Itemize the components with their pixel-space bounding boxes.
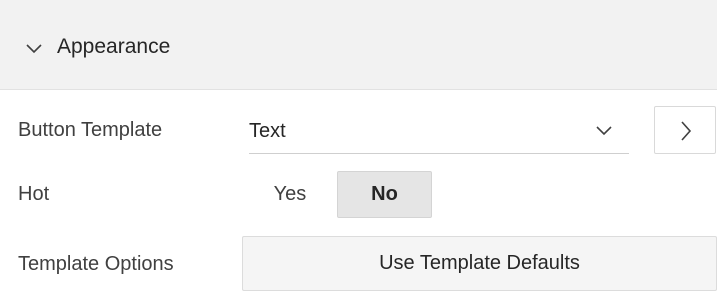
hot-label: Hot	[18, 183, 50, 205]
hot-yes-option[interactable]: Yes	[255, 171, 325, 217]
button-template-label: Button Template	[18, 119, 163, 141]
properties-panel: Appearance Button Template Text Hot Yes …	[0, 0, 717, 306]
button-template-select[interactable]: Text	[249, 104, 629, 154]
chevron-right-icon	[681, 121, 692, 141]
button-template-value: Text	[249, 120, 286, 142]
chevron-down-icon	[25, 39, 43, 57]
template-options-label: Template Options	[18, 253, 174, 275]
use-template-defaults-button[interactable]: Use Template Defaults	[242, 236, 717, 291]
hot-no-option[interactable]: No	[337, 171, 432, 218]
button-template-go-button[interactable]	[654, 106, 716, 154]
appearance-section-header[interactable]: Appearance	[0, 0, 717, 90]
section-title: Appearance	[57, 35, 171, 58]
chevron-down-icon	[594, 122, 614, 140]
